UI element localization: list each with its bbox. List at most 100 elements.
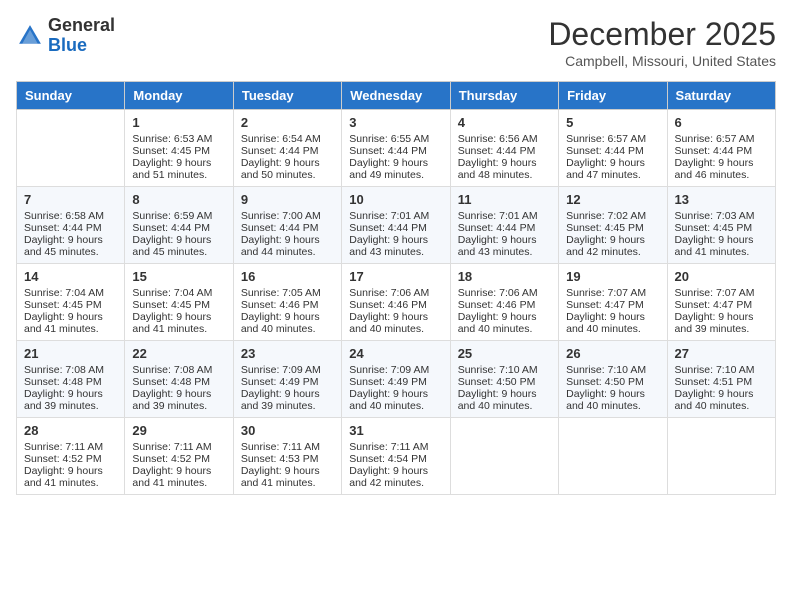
page-header: General Blue December 2025 Campbell, Mis…: [16, 16, 776, 69]
calendar-cell: 5Sunrise: 6:57 AMSunset: 4:44 PMDaylight…: [559, 110, 667, 187]
day-number: 3: [349, 115, 442, 130]
sunset-text: Sunset: 4:46 PM: [349, 299, 442, 311]
daylight-text: Daylight: 9 hours and 41 minutes.: [24, 465, 117, 489]
daylight-text: Daylight: 9 hours and 43 minutes.: [349, 234, 442, 258]
sunrise-text: Sunrise: 7:02 AM: [566, 210, 659, 222]
weekday-header-tuesday: Tuesday: [233, 82, 341, 110]
day-number: 17: [349, 269, 442, 284]
daylight-text: Daylight: 9 hours and 45 minutes.: [24, 234, 117, 258]
daylight-text: Daylight: 9 hours and 45 minutes.: [132, 234, 225, 258]
daylight-text: Daylight: 9 hours and 40 minutes.: [566, 388, 659, 412]
daylight-text: Daylight: 9 hours and 40 minutes.: [349, 388, 442, 412]
sunrise-text: Sunrise: 7:03 AM: [675, 210, 768, 222]
calendar-cell: 21 Sunrise: 7:08 AMSunset: 4:48 PMDayligh…: [17, 341, 125, 418]
sunset-text: Sunset: 4:44 PM: [349, 145, 442, 157]
daylight-text: Daylight: 9 hours and 40 minutes.: [458, 388, 551, 412]
calendar-cell: [17, 110, 125, 187]
calendar-cell: [559, 418, 667, 495]
calendar-cell: 19Sunrise: 7:07 AMSunset: 4:47 PMDayligh…: [559, 264, 667, 341]
calendar-cell: 26Sunrise: 7:10 AMSunset: 4:50 PMDayligh…: [559, 341, 667, 418]
daylight-text: Daylight: 9 hours and 43 minutes.: [458, 234, 551, 258]
sunrise-text: Sunrise: 7:09 AM: [241, 364, 334, 376]
sunrise-text: Sunrise: 7:10 AM: [566, 364, 659, 376]
sunset-text: Sunset: 4:46 PM: [241, 299, 334, 311]
sunset-text: Sunset: 4:53 PM: [241, 453, 334, 465]
day-number: 4: [458, 115, 551, 130]
day-number: 21: [24, 346, 117, 361]
day-number: 6: [675, 115, 768, 130]
day-number: 1: [132, 115, 225, 130]
daylight-text: Daylight: 9 hours and 49 minutes.: [349, 157, 442, 181]
sunrise-text: Sunrise: 7:11 AM: [24, 441, 117, 453]
sunrise-text: Sunrise: 7:11 AM: [132, 441, 225, 453]
sunrise-text: Sunrise: 7:10 AM: [458, 364, 551, 376]
calendar-cell: 24Sunrise: 7:09 AMSunset: 4:49 PMDayligh…: [342, 341, 450, 418]
sunset-text: Sunset: 4:44 PM: [24, 222, 117, 234]
sunset-text: Sunset: 4:46 PM: [458, 299, 551, 311]
day-number: 13: [675, 192, 768, 207]
day-number: 27: [675, 346, 768, 361]
calendar-week-row: 21Sunrise: 7:08 AMSunset: 4:48 PMDayligh…: [17, 341, 776, 418]
calendar-cell: 3Sunrise: 6:55 AMSunset: 4:44 PMDaylight…: [342, 110, 450, 187]
sunrise-text: Sunrise: 7:05 AM: [241, 287, 334, 299]
sunset-text: Sunset: 4:45 PM: [132, 145, 225, 157]
day-number: 2: [241, 115, 334, 130]
calendar-week-row: 14Sunrise: 7:04 AMSunset: 4:45 PMDayligh…: [17, 264, 776, 341]
sunrise-text: Sunrise: 6:53 AM: [132, 133, 225, 145]
calendar-cell: 11Sunrise: 7:01 AMSunset: 4:44 PMDayligh…: [450, 187, 558, 264]
daylight-text: Daylight: 9 hours and 41 minutes.: [132, 311, 225, 335]
sunset-text: Sunset: 4:51 PM: [675, 376, 768, 388]
day-number: 20: [675, 269, 768, 284]
calendar-week-row: 1Sunrise: 6:53 AMSunset: 4:45 PMDaylight…: [17, 110, 776, 187]
sunset-text: Sunset: 4:44 PM: [132, 222, 225, 234]
calendar-cell: 17Sunrise: 7:06 AMSunset: 4:46 PMDayligh…: [342, 264, 450, 341]
sunrise-text: Sunrise: 7:06 AM: [458, 287, 551, 299]
sunrise-text: Sunrise: 6:59 AM: [132, 210, 225, 222]
day-number: 7: [24, 192, 117, 207]
location: Campbell, Missouri, United States: [548, 53, 776, 69]
calendar-cell: 7Sunrise: 6:58 AMSunset: 4:44 PMDaylight…: [17, 187, 125, 264]
calendar-cell: 23Sunrise: 7:09 AMSunset: 4:49 PMDayligh…: [233, 341, 341, 418]
sunset-text: Sunset: 4:48 PM: [24, 376, 117, 388]
daylight-text: Daylight: 9 hours and 40 minutes.: [458, 311, 551, 335]
sunrise-text: Sunrise: 7:11 AM: [349, 441, 442, 453]
daylight-text: Daylight: 9 hours and 44 minutes.: [241, 234, 334, 258]
daylight-text: Daylight: 9 hours and 40 minutes.: [241, 311, 334, 335]
calendar-cell: 10Sunrise: 7:01 AMSunset: 4:44 PMDayligh…: [342, 187, 450, 264]
weekday-header-thursday: Thursday: [450, 82, 558, 110]
calendar-cell: 14Sunrise: 7:04 AMSunset: 4:45 PMDayligh…: [17, 264, 125, 341]
title-block: December 2025 Campbell, Missouri, United…: [548, 16, 776, 69]
sunset-text: Sunset: 4:52 PM: [132, 453, 225, 465]
daylight-text: Daylight: 9 hours and 40 minutes.: [675, 388, 768, 412]
day-number: 5: [566, 115, 659, 130]
sunrise-text: Sunrise: 7:10 AM: [675, 364, 768, 376]
daylight-text: Daylight: 9 hours and 40 minutes.: [349, 311, 442, 335]
sunset-text: Sunset: 4:50 PM: [458, 376, 551, 388]
sunset-text: Sunset: 4:54 PM: [349, 453, 442, 465]
logo-blue: Blue: [48, 35, 87, 55]
sunset-text: Sunset: 4:49 PM: [241, 376, 334, 388]
generalblue-logo-icon: [16, 22, 44, 50]
logo-general: General: [48, 15, 115, 35]
sunrise-text: Sunrise: 6:57 AM: [566, 133, 659, 145]
sunset-text: Sunset: 4:44 PM: [458, 222, 551, 234]
sunrise-text: Sunrise: 7:11 AM: [241, 441, 334, 453]
weekday-header-row: SundayMondayTuesdayWednesdayThursdayFrid…: [17, 82, 776, 110]
day-number: 18: [458, 269, 551, 284]
sunrise-text: Sunrise: 7:08 AM: [24, 364, 117, 376]
sunset-text: Sunset: 4:44 PM: [458, 145, 551, 157]
calendar-cell: 16 Sunrise: 7:05 AMSunset: 4:46 PMDayligh…: [233, 264, 341, 341]
sunset-text: Sunset: 4:44 PM: [241, 145, 334, 157]
calendar-table: SundayMondayTuesdayWednesdayThursdayFrid…: [16, 81, 776, 495]
daylight-text: Daylight: 9 hours and 39 minutes.: [24, 388, 117, 412]
sunrise-text: Sunrise: 7:00 AM: [241, 210, 334, 222]
calendar-cell: 6Sunrise: 6:57 AMSunset: 4:44 PMDaylight…: [667, 110, 775, 187]
day-number: 16: [241, 269, 334, 284]
calendar-week-row: 28Sunrise: 7:11 AMSunset: 4:52 PMDayligh…: [17, 418, 776, 495]
sunrise-text: Sunrise: 7:07 AM: [675, 287, 768, 299]
daylight-text: Daylight: 9 hours and 51 minutes.: [132, 157, 225, 181]
calendar-cell: 28Sunrise: 7:11 AMSunset: 4:52 PMDayligh…: [17, 418, 125, 495]
sunset-text: Sunset: 4:44 PM: [349, 222, 442, 234]
day-number: 29: [132, 423, 225, 438]
calendar-cell: 27 Sunrise: 7:10 AMSunset: 4:51 PMDayligh…: [667, 341, 775, 418]
